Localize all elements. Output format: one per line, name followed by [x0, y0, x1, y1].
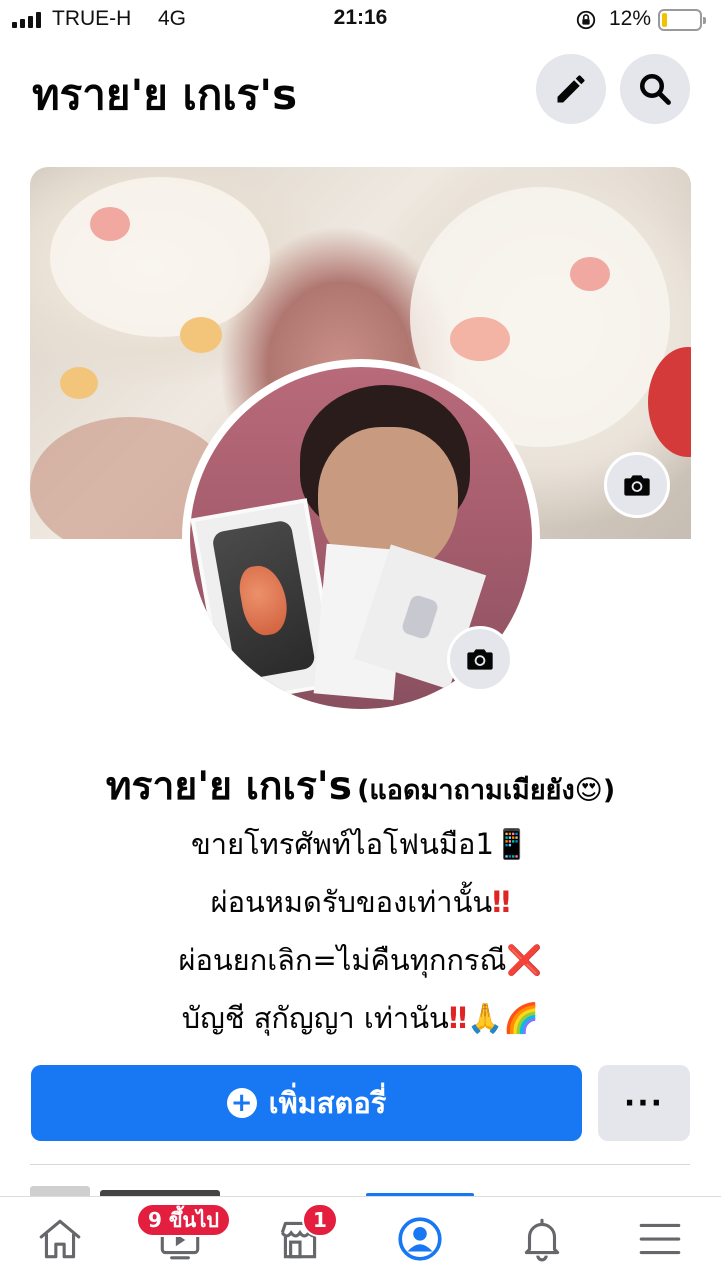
- edit-profile-button[interactable]: [536, 54, 606, 124]
- bio-line: ผ่อนยกเลิก=ไม่คืนทุกกรณี❌: [178, 943, 543, 977]
- more-options-button[interactable]: ···: [598, 1065, 690, 1141]
- rotation-lock-icon: [576, 10, 596, 30]
- bio-emojis-icon: ‼🙏🌈: [448, 1001, 540, 1035]
- phone-emoji-icon: 📱: [493, 827, 531, 861]
- bio-line: บัญชี สุกัญญา เท่านัน‼🙏🌈: [181, 1001, 540, 1035]
- profile-bio: ขายโทรศัพท์ไอโฟนมือ1📱 ผ่อนหมดรับของเท่าน…: [0, 815, 721, 1047]
- more-icon: ···: [623, 1085, 665, 1121]
- marketplace-notification-badge: 1: [302, 1203, 338, 1237]
- watch-notification-badge: 9 ขึ้นไป: [136, 1203, 231, 1237]
- search-button[interactable]: [620, 54, 690, 124]
- profile-name-line: ทราย'ย เกเร's (แอดมาถามเมียยัง😍): [0, 755, 721, 817]
- hamburger-menu-icon: [639, 1223, 681, 1255]
- add-story-button[interactable]: + เพิ่มสตอรี่: [31, 1065, 582, 1141]
- home-icon: [39, 1219, 81, 1259]
- profile-icon: [398, 1217, 442, 1261]
- status-bar: TRUE-H 4G 21:16 12%: [0, 0, 721, 40]
- add-story-label: เพิ่มสตอรี่: [268, 1086, 387, 1120]
- camera-icon: [467, 649, 493, 670]
- double-exclamation-icon: ‼: [492, 885, 511, 919]
- tab-home[interactable]: [30, 1209, 90, 1269]
- profile-alt-name: (แอดมาถามเมียยัง😍): [357, 775, 616, 806]
- pencil-icon: [557, 75, 585, 103]
- battery-percent: 12%: [609, 7, 652, 30]
- battery-icon: [658, 9, 706, 31]
- battery-fill: [662, 13, 667, 27]
- tab-profile[interactable]: [390, 1209, 450, 1269]
- edit-profile-picture-button[interactable]: [447, 626, 513, 692]
- page-title: ทราย'ย เกเร's: [32, 70, 298, 119]
- tab-menu[interactable]: [630, 1209, 690, 1269]
- profile-name: ทราย'ย เกเร's: [105, 764, 352, 809]
- details-row-peek: [30, 1186, 90, 1196]
- bio-line: ผ่อนหมดรับของเท่านั้น‼: [210, 885, 511, 919]
- bio-line: ขายโทรศัพท์ไอโฟนมือ1📱: [190, 827, 531, 861]
- edit-cover-photo-button[interactable]: [604, 452, 670, 518]
- bottom-tab-bar: [0, 1196, 721, 1280]
- divider: [30, 1164, 690, 1165]
- cross-mark-icon: ❌: [506, 943, 543, 977]
- camera-icon: [624, 475, 650, 496]
- bell-icon: [524, 1218, 560, 1262]
- tab-notifications[interactable]: [512, 1209, 572, 1269]
- plus-circle-icon: +: [226, 1088, 257, 1118]
- search-icon: [640, 74, 671, 105]
